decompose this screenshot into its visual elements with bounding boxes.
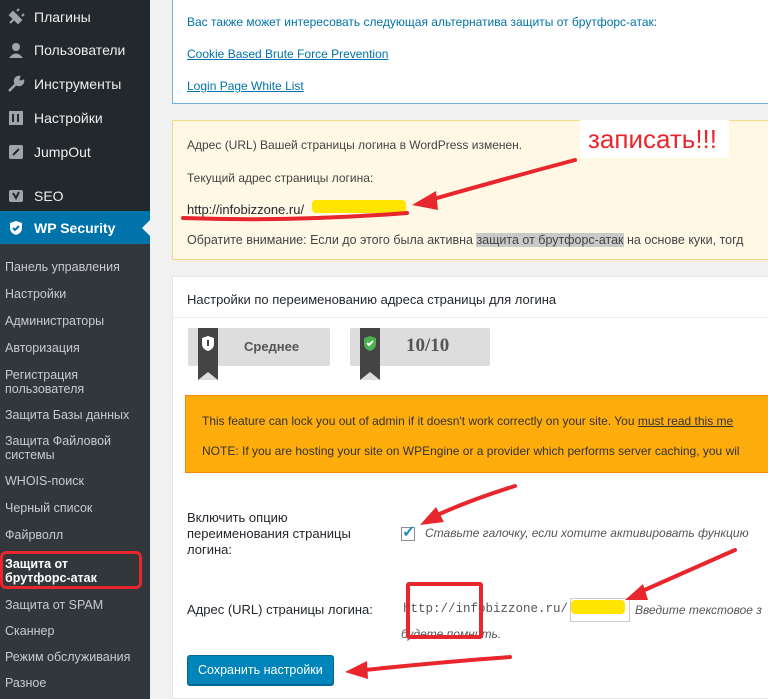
score-badge: 10/10	[350, 328, 490, 380]
shield-icon	[7, 219, 25, 237]
submenu-item-maintenance[interactable]: Режим обслуживания	[5, 650, 145, 664]
plug-icon	[7, 7, 25, 26]
section-title: Настройки по переименованию адреса стран…	[187, 292, 557, 307]
notice-line-3-before: Обратите внимание: Если до этого была ак…	[187, 233, 477, 247]
highlight-box-brute-force	[0, 551, 142, 589]
score-badge-label: 10/10	[406, 335, 450, 356]
submenu-item-login[interactable]: Авторизация	[5, 341, 145, 355]
submenu-item-misc[interactable]: Разное	[5, 676, 145, 690]
alternatives-intro: Вас также может интересовать следующая а…	[187, 15, 658, 29]
submenu-item-firewall[interactable]: Файрволл	[5, 528, 145, 542]
menu-item-settings[interactable]: Настройки	[0, 101, 150, 135]
save-settings-button[interactable]: Сохранить настройки	[187, 655, 334, 685]
menu-item-label: Плагины	[34, 8, 91, 25]
login-url-label: Адрес (URL) страницы логина:	[187, 602, 373, 617]
active-indicator	[142, 220, 150, 236]
menu-item-wp-security[interactable]: WP Security	[0, 211, 150, 244]
menu-item-users[interactable]: Пользователи	[0, 33, 150, 67]
notice-line-1: Адрес (URL) Вашей страницы логина в Word…	[187, 138, 523, 152]
menu-item-label: Инструменты	[34, 76, 122, 92]
section-divider	[173, 317, 768, 318]
settings-icon	[7, 109, 25, 127]
enable-rename-checkbox[interactable]: ✓	[401, 524, 415, 541]
warning-box: This feature can lock you out of admin i…	[185, 395, 768, 473]
enable-rename-description: Ставьте галочку, если хотите активироват…	[425, 526, 749, 540]
enable-rename-label-line-2: переименования страницы	[187, 526, 351, 541]
enable-rename-label: Включить опцию переименования страницы л…	[187, 510, 351, 558]
submenu-item-scanner[interactable]: Сканнер	[5, 624, 145, 638]
menu-item-plugins[interactable]: Плагины	[0, 0, 150, 33]
notice-line-3-after: на основе куки, тогд	[623, 233, 744, 247]
yoast-icon	[7, 187, 25, 205]
menu-item-label: SEO	[34, 188, 64, 204]
warning-line-1-text: This feature can lock you out of admin i…	[202, 414, 638, 428]
submenu-item-filesystem[interactable]: Защита Файловой системы	[5, 434, 125, 462]
difficulty-badge: Среднее	[188, 328, 330, 380]
submenu-item-dashboard[interactable]: Панель управления	[5, 260, 145, 274]
menu-item-label: Настройки	[34, 110, 103, 126]
login-url-description-line-1: Введите текстовое з	[635, 603, 762, 617]
shield-check-icon	[360, 328, 380, 380]
menu-item-label: JumpOut	[34, 144, 91, 160]
jumpout-icon	[7, 143, 25, 161]
annotation-text: записать!!!	[580, 120, 729, 158]
notice-line-2: Текущий адрес страницы логина:	[187, 171, 374, 185]
warning-line-1: This feature can lock you out of admin i…	[202, 414, 733, 428]
alternatives-info-box: Вас также может интересовать следующая а…	[172, 0, 768, 104]
submenu-item-whois[interactable]: WHOIS-поиск	[5, 474, 145, 488]
enable-rename-label-line-1: Включить опцию	[187, 510, 288, 525]
menu-item-jumpout[interactable]: JumpOut	[0, 135, 150, 169]
menu-item-tools[interactable]: Инструменты	[0, 67, 150, 101]
submenu-item-spam[interactable]: Защита от SPAM	[5, 598, 145, 612]
must-read-link[interactable]: must read this me	[638, 414, 733, 428]
notice-line-3-highlight: защита от брутфорс-атак	[476, 233, 624, 247]
submenu-item-registration[interactable]: Регистрация пользователя	[5, 368, 115, 396]
submenu-item-blacklist[interactable]: Черный список	[5, 501, 145, 515]
submenu-item-admins[interactable]: Администраторы	[5, 314, 145, 328]
highlight-box-input	[406, 582, 483, 639]
wrench-icon	[7, 75, 25, 93]
enable-rename-label-line-3: логина:	[187, 542, 232, 557]
submenu-item-database[interactable]: Защита Базы данных	[5, 408, 145, 422]
difficulty-badge-label: Среднее	[244, 339, 300, 354]
current-login-url: http://infobizzone.ru/	[187, 202, 305, 217]
menu-item-label: WP Security	[34, 219, 116, 236]
menu-item-seo[interactable]: SEO	[0, 179, 150, 213]
notice-line-3: Обратите внимание: Если до этого была ак…	[187, 233, 743, 247]
admin-sidebar: Плагины Пользователи Инструменты Настрой…	[0, 0, 150, 699]
menu-item-label: Пользователи	[34, 42, 126, 58]
redaction-mark-notice	[312, 200, 406, 213]
login-whitelist-link[interactable]: Login Page White List	[187, 79, 304, 93]
redaction-mark-input	[571, 600, 625, 614]
warning-line-2: NOTE: If you are hosting your site on WP…	[202, 444, 740, 458]
checkmark-icon: ✓	[402, 524, 416, 541]
submenu-item-settings[interactable]: Настройки	[5, 287, 145, 301]
user-icon	[7, 41, 25, 59]
cookie-prevention-link[interactable]: Cookie Based Brute Force Prevention	[187, 47, 388, 61]
shield-info-icon	[198, 328, 218, 380]
